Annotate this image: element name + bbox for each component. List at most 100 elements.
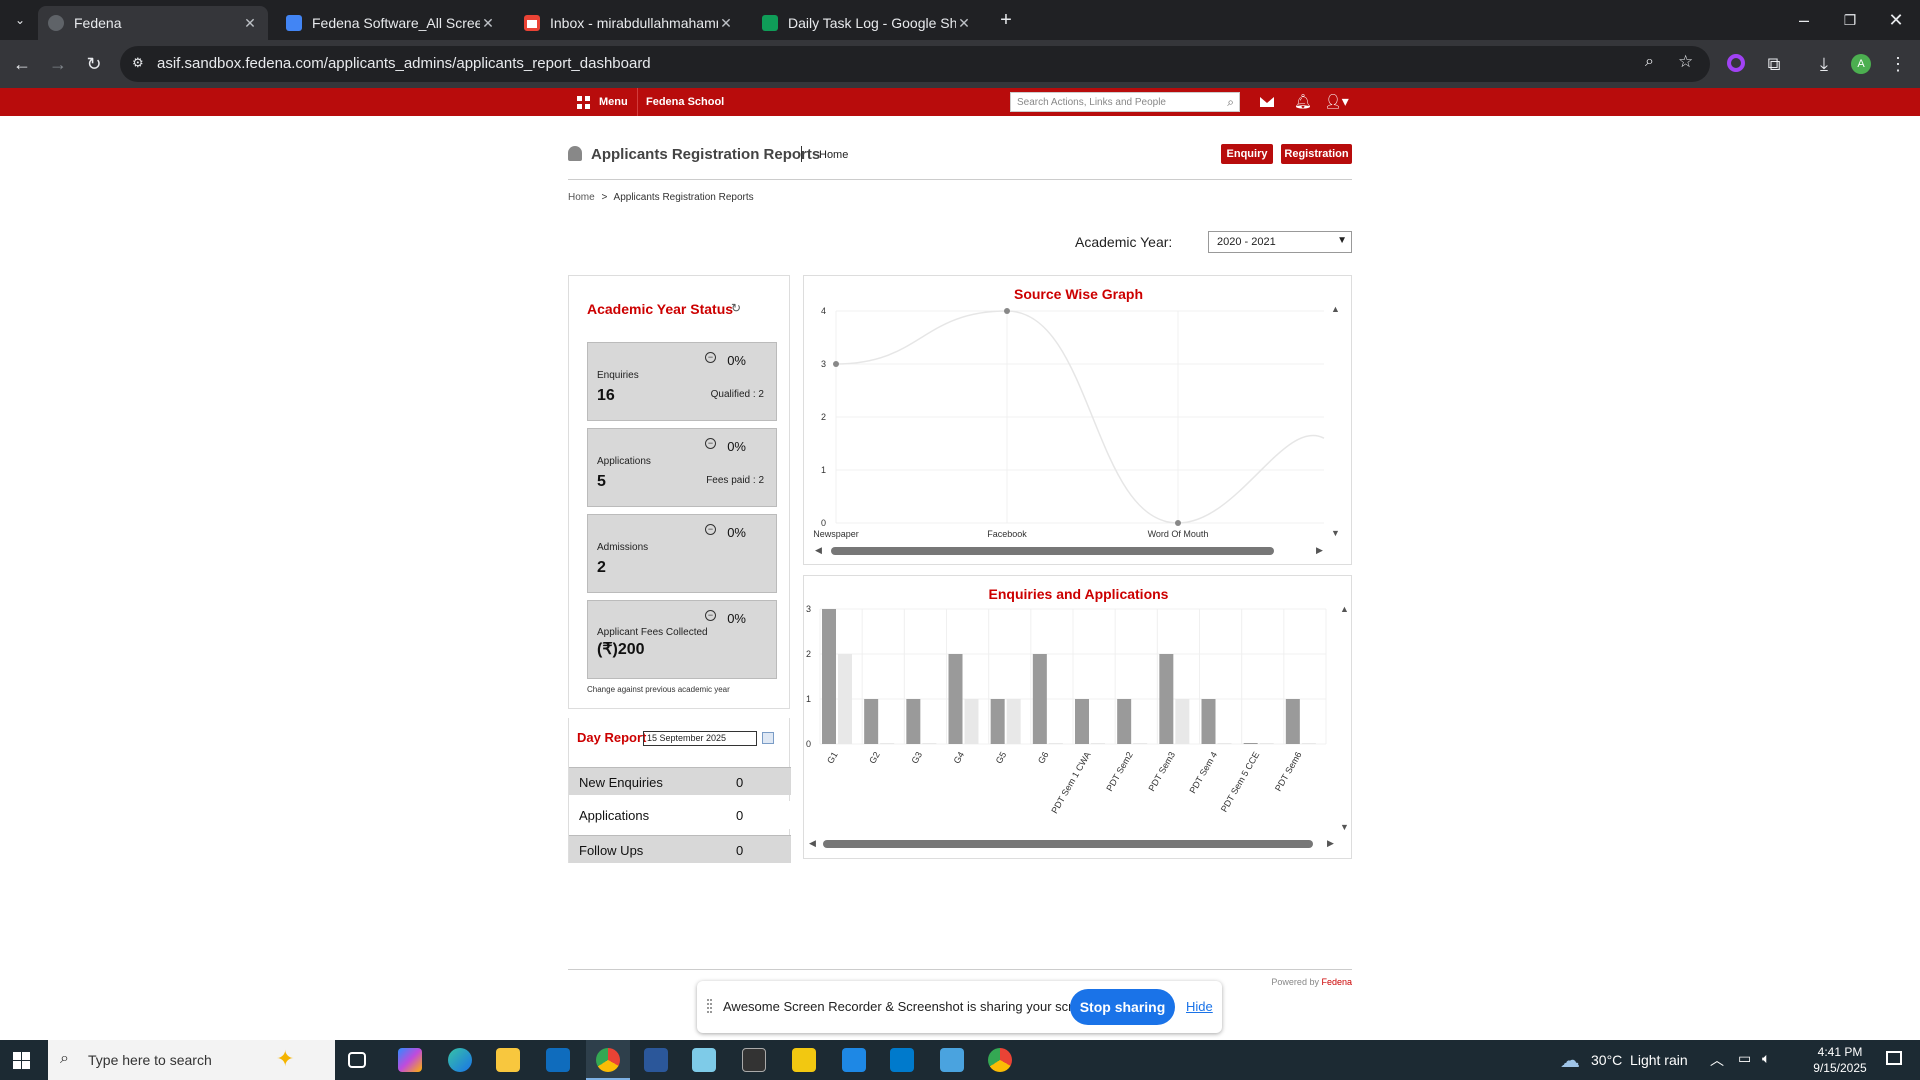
speaker-icon[interactable]: 🔈︎ [1762, 1050, 1770, 1067]
paint-icon[interactable] [940, 1048, 964, 1072]
weather-text[interactable]: 30°C Light rain [1591, 1052, 1688, 1068]
profile-avatar[interactable]: A [1851, 54, 1871, 74]
stat-percent: 0% [727, 525, 746, 540]
stat-value: 5 [597, 473, 606, 490]
y-tick-label: 1 [821, 465, 826, 475]
window-close-icon[interactable]: ✕ [1884, 8, 1908, 32]
share-message: Awesome Screen Recorder & Screenshot is … [723, 999, 1098, 1014]
scroll-up-icon[interactable]: ▲ [1340, 604, 1349, 614]
vscode-icon[interactable] [890, 1048, 914, 1072]
powerbi-icon[interactable] [792, 1048, 816, 1072]
extensions-icon[interactable]: ⧉ [1762, 52, 1786, 76]
word-icon[interactable] [644, 1048, 668, 1072]
scroll-up-icon[interactable]: ▲ [1331, 304, 1340, 314]
stop-sharing-button[interactable]: Stop sharing [1070, 989, 1175, 1025]
user-icon[interactable]: 👤︎▾ [1324, 93, 1349, 110]
x-tick-label: Facebook [987, 529, 1027, 539]
task-view-icon[interactable] [348, 1052, 366, 1068]
windows-start-icon[interactable] [13, 1052, 30, 1069]
network-icon[interactable]: ▭ [1738, 1050, 1751, 1067]
x-tick-label: G4 [952, 750, 967, 765]
minus-circle-icon: − [705, 524, 716, 535]
tab-fedena[interactable]: Fedena ✕ [38, 6, 268, 40]
file-explorer-icon[interactable] [496, 1048, 520, 1072]
reload-icon[interactable]: ↻ [82, 52, 106, 76]
notification-icon[interactable] [1886, 1051, 1902, 1065]
stat-label: Applicant Fees Collected [597, 627, 708, 638]
restore-icon[interactable]: ❐ [1838, 8, 1862, 32]
extension-color-icon[interactable] [1727, 54, 1745, 72]
site-info-icon[interactable]: ⚙ [132, 55, 144, 71]
day-report-row: Follow Ups 0 [569, 835, 791, 863]
bell-icon[interactable]: 🔔︎ [1294, 93, 1312, 110]
browser-tab-bar: ⌄ Fedena ✕ Fedena Software_All Screens -… [0, 0, 1920, 40]
new-tab-icon[interactable]: + [994, 8, 1018, 32]
drag-handle-icon[interactable] [707, 999, 712, 1013]
clock[interactable]: 4:41 PM 9/15/2025 [1800, 1044, 1880, 1076]
hide-link[interactable]: Hide [1186, 999, 1213, 1014]
chrome-profile-icon[interactable] [988, 1048, 1012, 1072]
day-report-date-input[interactable]: 15 September 2025 [643, 731, 757, 746]
browser-toolbar: ← → ↻ ⚙ asif.sandbox.fedena.com/applican… [0, 40, 1920, 88]
scroll-down-icon[interactable]: ▼ [1331, 528, 1340, 538]
close-icon[interactable]: ✕ [956, 15, 972, 32]
terminal-icon[interactable] [742, 1048, 766, 1072]
app-search-input[interactable]: Search Actions, Links and People ⌕ [1010, 92, 1240, 112]
back-icon[interactable]: ← [10, 52, 34, 76]
tab-fedena-software[interactable]: Fedena Software_All Screens - G ✕ [276, 6, 506, 40]
x-tick-label: G6 [1036, 750, 1051, 765]
minimize-icon[interactable]: – [1792, 8, 1816, 32]
address-bar[interactable]: ⚙ asif.sandbox.fedena.com/applicants_adm… [120, 46, 1710, 82]
more-menu-icon[interactable]: ⋮ [1886, 52, 1910, 76]
taskbar-search-box[interactable]: ⌕ Type here to search ✦ [48, 1040, 335, 1080]
copilot-icon[interactable] [398, 1048, 422, 1072]
close-icon[interactable]: ✕ [480, 15, 496, 32]
scroll-down-icon[interactable]: ▼ [1340, 822, 1349, 832]
tab-title: Fedena Software_All Screens - G [312, 15, 480, 31]
chrome-active-tab[interactable] [586, 1040, 630, 1080]
forward-icon[interactable]: → [46, 52, 70, 76]
bar [864, 699, 879, 744]
fedena-brand-link[interactable]: Fedena [1321, 977, 1352, 987]
store-icon[interactable] [842, 1048, 866, 1072]
enquiries-applications-bar-chart: 0 1 2 3 G1 G2 G3 G4 G5 G6PDT Sem 1 CWA PDT Sem2 PDT… [806, 604, 1327, 815]
tab-search-chevron-icon[interactable]: ⌄ [8, 8, 32, 32]
title-home-link[interactable]: Home [819, 149, 848, 161]
tab-daily-task-log[interactable]: Daily Task Log - Google Sheets ✕ [752, 6, 982, 40]
scroll-left-icon[interactable]: ◀ [809, 838, 816, 849]
school-name[interactable]: Fedena School [637, 88, 724, 116]
scroll-right-icon[interactable]: ▶ [1327, 838, 1334, 849]
row-value: 0 [736, 843, 744, 858]
edge-icon[interactable] [448, 1048, 472, 1072]
breadcrumb-home[interactable]: Home [568, 192, 595, 203]
mail-icon[interactable] [1260, 97, 1274, 107]
search-icon[interactable]: ⌕ [1227, 95, 1234, 110]
notepad-icon[interactable] [692, 1048, 716, 1072]
refresh-icon[interactable]: ↻ [731, 301, 741, 315]
close-icon[interactable]: ✕ [242, 15, 258, 32]
day-report-row: New Enquiries 0 [569, 767, 791, 795]
weather-icon[interactable]: ☁ [1560, 1048, 1580, 1073]
academic-year-select[interactable]: 2020 - 2021 ▼ [1208, 231, 1352, 253]
menu-button[interactable]: Menu [577, 88, 628, 116]
calendar-icon[interactable] [762, 732, 774, 744]
download-icon[interactable]: ⤓ [1812, 52, 1836, 76]
title-separator [801, 146, 802, 162]
day-report-row: Applications 0 [569, 801, 791, 829]
scroll-right-icon[interactable]: ▶ [1316, 545, 1323, 556]
zoom-icon[interactable]: ⌕ [1645, 53, 1654, 71]
tab-inbox[interactable]: Inbox - mirabdullahmahammad ✕ [514, 6, 744, 40]
enquiry-button[interactable]: Enquiry [1221, 144, 1273, 164]
horizontal-scrollbar[interactable] [831, 547, 1274, 555]
tray-chevron-icon[interactable]: ︿ [1710, 1050, 1724, 1070]
registration-button[interactable]: Registration [1281, 144, 1352, 164]
row-value: 0 [736, 808, 744, 823]
close-icon[interactable]: ✕ [718, 15, 734, 32]
source-wise-graph-card: Source Wise Graph 0 1 2 3 4 Newspaper Facebook… [803, 275, 1352, 565]
bar [906, 699, 921, 744]
outlook-icon[interactable] [546, 1048, 570, 1072]
bookmark-star-icon[interactable]: ☆ [1678, 52, 1693, 72]
bar [1117, 699, 1132, 744]
scroll-left-icon[interactable]: ◀ [815, 545, 822, 556]
horizontal-scrollbar[interactable] [823, 840, 1313, 848]
